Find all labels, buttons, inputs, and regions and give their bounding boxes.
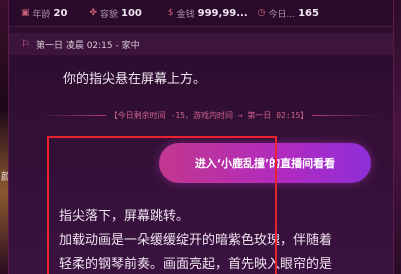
stat-age: ▣ 年龄 20: [21, 7, 67, 20]
stat-looks-value: 100: [121, 7, 142, 19]
stat-looks-label: 容貌: [100, 9, 119, 20]
stat-money: $ 金钱 999,99...: [168, 7, 248, 20]
location-bar: ⚐ 第一日 凌晨 02:15 - 家中: [9, 33, 393, 55]
stat-age-value: 20: [53, 7, 68, 19]
divider-rule-left: [39, 114, 106, 116]
story-panel: ▣ 年龄 20 ✤ 容貌 100 $ 金钱 999,99... ◷ 今日... …: [8, 0, 394, 274]
divider-rule-right: [312, 114, 379, 116]
stat-today-label: 今日...: [268, 9, 296, 20]
clock-icon: ◷: [257, 8, 266, 18]
game-screen: 颜 ▣ 年龄 20 ✤ 容貌 100 $ 金钱 999,99... ◷ 今日..…: [0, 0, 401, 274]
status-bar: ▣ 年龄 20 ✤ 容貌 100 $ 金钱 999,99... ◷ 今日... …: [9, 0, 393, 27]
time-divider: 【今日剩余时间 -15，游戏内时间 → 第一日 02:15】: [39, 108, 379, 122]
sparkle-icon: ✤: [89, 8, 97, 18]
stat-money-value: 999,99...: [197, 7, 248, 19]
narrative-line: 你的指尖悬在屏幕上方。: [63, 72, 207, 87]
calendar-icon: ▣: [21, 8, 30, 18]
stat-today-value: 165: [298, 7, 319, 19]
coin-icon: $: [167, 8, 174, 18]
stat-money-label: 金钱: [176, 9, 195, 20]
flag-icon: ⚐: [21, 38, 30, 50]
stat-looks: ✤ 容貌 100: [89, 7, 141, 20]
location-text: 第一日 凌晨 02:15 - 家中: [35, 40, 140, 51]
stat-today: ◷ 今日... 165: [258, 7, 319, 20]
time-divider-text: 【今日剩余时间 -15，游戏内时间 → 第一日 02:15】: [109, 110, 309, 120]
highlight-box: [47, 136, 277, 274]
stat-age-label: 年龄: [32, 9, 51, 20]
